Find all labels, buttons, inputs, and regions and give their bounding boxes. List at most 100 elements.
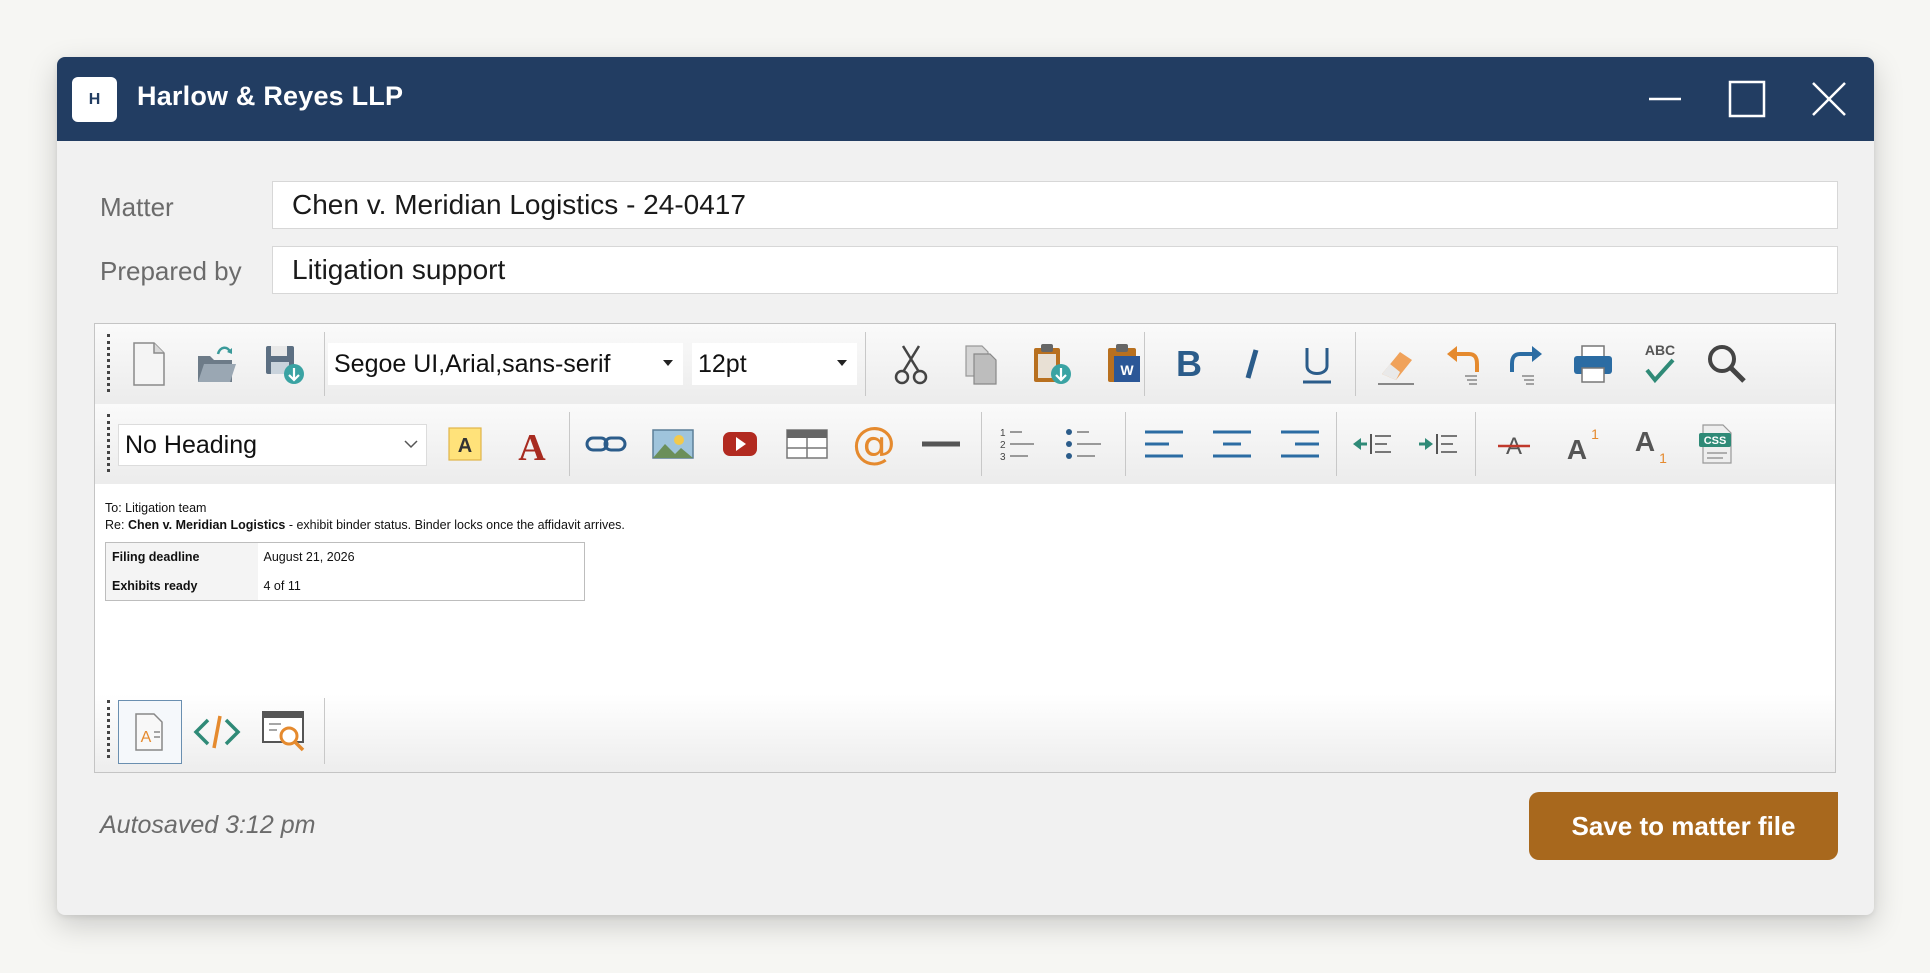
save-file-button[interactable] — [256, 336, 312, 392]
align-center-icon — [1213, 430, 1251, 458]
svg-text:@: @ — [852, 421, 896, 467]
table-cell-key: Exhibits ready — [105, 571, 258, 601]
toolbar-separator — [981, 412, 982, 476]
minimize-button[interactable] — [1637, 71, 1693, 127]
bold-button[interactable]: B — [1161, 336, 1217, 392]
print-button[interactable] — [1565, 336, 1621, 392]
align-right-button[interactable] — [1272, 416, 1328, 472]
undo-icon — [1447, 346, 1479, 385]
ordered-list-button[interactable]: 1 2 3 — [989, 416, 1045, 472]
outdent-button[interactable] — [1344, 416, 1400, 472]
cut-button[interactable] — [883, 336, 939, 392]
window-title: Harlow & Reyes LLP — [137, 81, 404, 111]
horizontal-line-icon — [922, 441, 960, 447]
indent-icon — [1419, 434, 1457, 454]
svg-text:1: 1 — [1591, 426, 1599, 442]
html-view-button[interactable] — [189, 704, 245, 760]
paste-clipboard-icon — [1034, 344, 1071, 384]
strikethrough-icon: A — [1498, 433, 1530, 460]
underline-button[interactable] — [1289, 336, 1345, 392]
heading-select[interactable]: No Heading — [118, 424, 427, 466]
insert-email-button[interactable]: @ — [846, 416, 902, 472]
align-center-button[interactable] — [1204, 416, 1260, 472]
indent-button[interactable] — [1410, 416, 1466, 472]
toolbar-grip[interactable] — [107, 334, 110, 392]
italic-icon — [1245, 349, 1259, 379]
image-icon — [652, 429, 694, 459]
insert-table-button[interactable] — [779, 416, 835, 472]
design-view-button[interactable]: A — [118, 700, 182, 764]
paste-button[interactable] — [1023, 336, 1079, 392]
matter-label: Matter — [100, 192, 174, 222]
font-family-select[interactable]: Segoe UI,Arial,sans-serif — [328, 343, 683, 385]
unordered-list-button[interactable] — [1056, 416, 1112, 472]
close-button[interactable] — [1801, 71, 1857, 127]
outdent-icon — [1353, 434, 1391, 454]
search-icon — [1708, 345, 1746, 383]
svg-text:A: A — [458, 435, 472, 457]
horizontal-rule-button[interactable] — [913, 416, 969, 472]
open-file-button[interactable] — [188, 336, 244, 392]
align-left-button[interactable] — [1136, 416, 1192, 472]
prepared-by-input[interactable] — [272, 246, 1838, 294]
view-mode-bar: A — [95, 694, 1835, 772]
align-right-icon — [1281, 430, 1319, 458]
save-to-matter-button[interactable]: Save to matter file — [1529, 792, 1838, 860]
italic-button[interactable] — [1224, 336, 1280, 392]
prepared-by-label: Prepared by — [100, 256, 242, 286]
svg-text:W: W — [1120, 362, 1134, 378]
code-icon — [193, 715, 241, 749]
chevron-down-icon — [663, 360, 673, 366]
preview-button[interactable] — [256, 704, 312, 760]
font-size-select[interactable]: 12pt — [692, 343, 857, 385]
highlight-color-button[interactable]: A — [437, 416, 493, 472]
toolbar-separator — [1355, 332, 1356, 396]
font-color-button[interactable]: A — [504, 416, 560, 472]
table-row: Filing deadline August 21, 2026 — [105, 542, 585, 572]
svg-text:2: 2 — [1000, 440, 1006, 451]
app-logo: H — [72, 77, 117, 122]
copy-icon — [965, 345, 997, 385]
align-left-icon — [1145, 430, 1183, 458]
insert-video-button[interactable] — [712, 416, 768, 472]
design-view-icon: A — [135, 713, 163, 751]
css-style-button[interactable]: CSS — [1689, 416, 1745, 472]
table-icon — [786, 429, 828, 459]
copy-button[interactable] — [953, 336, 1009, 392]
bulleted-list-icon — [1066, 429, 1101, 459]
clear-formatting-button[interactable] — [1368, 336, 1424, 392]
to-line: To: Litigation team — [105, 501, 207, 515]
svg-text:B: B — [1176, 343, 1202, 384]
redo-icon — [1510, 346, 1542, 385]
document-body[interactable]: To: Litigation team Re: Chen v. Meridian… — [95, 484, 1835, 694]
spellcheck-icon: ABC — [1645, 342, 1675, 384]
find-button[interactable] — [1699, 336, 1755, 392]
undo-button[interactable] — [1435, 336, 1491, 392]
chevron-down-icon — [837, 360, 847, 366]
css-file-icon: CSS — [1699, 424, 1732, 464]
toolbar-separator — [324, 332, 325, 396]
case-name: Chen v. Meridian Logistics — [127, 518, 286, 532]
insert-link-button[interactable] — [578, 416, 634, 472]
toolbar-grip[interactable] — [107, 414, 110, 472]
spellcheck-label: ABC — [1645, 342, 1675, 358]
svg-text:1: 1 — [1659, 450, 1667, 466]
matter-input[interactable] — [272, 181, 1838, 229]
subscript-button[interactable]: A 1 — [1622, 416, 1678, 472]
strikethrough-button[interactable]: A — [1486, 416, 1542, 472]
rich-text-editor: Segoe UI,Arial,sans-serif 12pt W B ABC N… — [94, 323, 1836, 773]
bold-icon: B — [1176, 343, 1202, 384]
toolbar-separator — [1336, 412, 1337, 476]
status-table: Filing deadline August 21, 2026 Exhibits… — [105, 542, 585, 601]
insert-image-button[interactable] — [645, 416, 701, 472]
printer-icon — [1574, 345, 1612, 383]
redo-button[interactable] — [1498, 336, 1554, 392]
title-bar: H Harlow & Reyes LLP — [57, 57, 1874, 141]
superscript-button[interactable]: A 1 — [1554, 416, 1610, 472]
save-disk-icon — [266, 346, 304, 384]
spellcheck-button[interactable]: ABC — [1632, 336, 1688, 392]
toolbar-grip[interactable] — [107, 700, 110, 758]
maximize-button[interactable] — [1719, 71, 1775, 127]
minimize-icon — [1649, 97, 1681, 101]
new-document-button[interactable] — [120, 336, 176, 392]
